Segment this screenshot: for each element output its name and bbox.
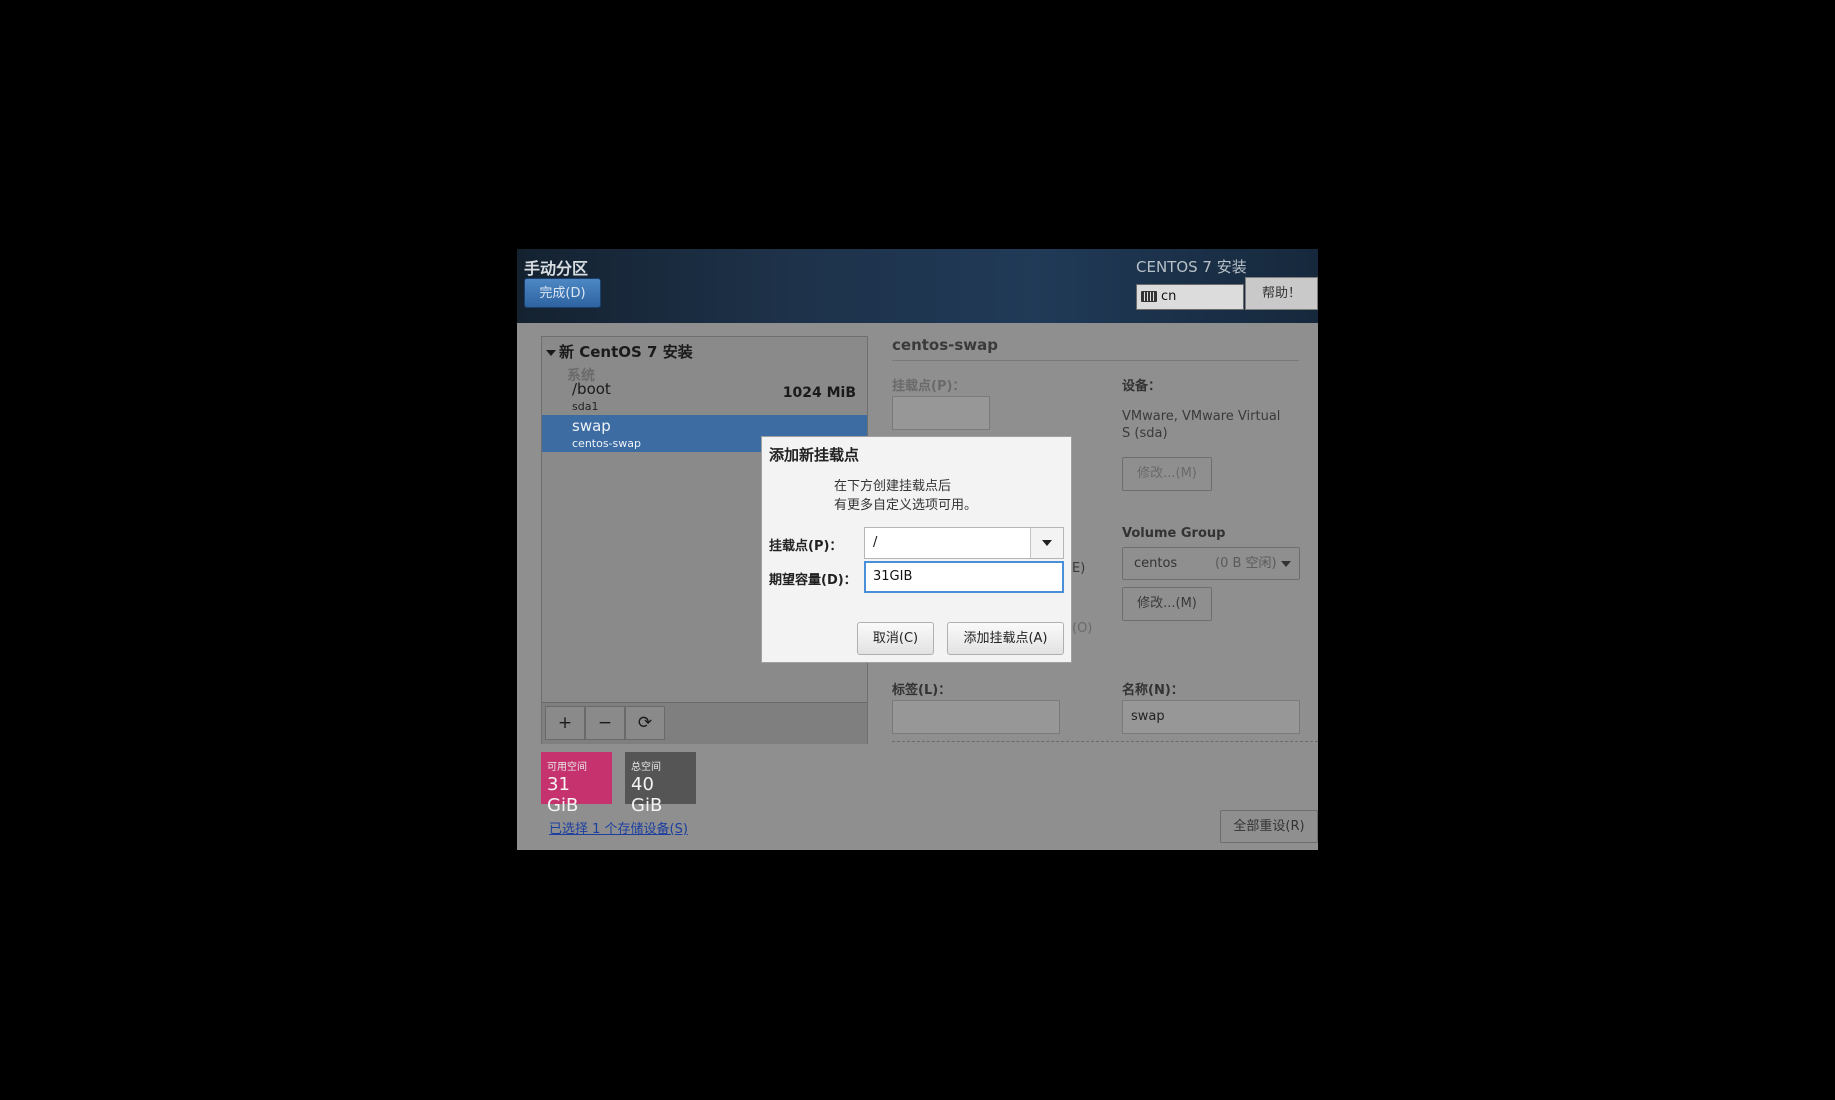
dialog-title: 添加新挂载点 xyxy=(769,446,860,464)
remove-partition-button[interactable]: − xyxy=(585,706,625,740)
volume-group-free: (0 B 空闲) xyxy=(1215,556,1277,571)
label-field-label: 标签(L)： xyxy=(892,683,952,698)
detail-title: centos-swap xyxy=(892,336,999,354)
partition-toolbar: + − ⟳ xyxy=(542,702,867,744)
add-mount-point-dialog: 添加新挂载点 在下方创建挂载点后 有更多自定义选项可用。 挂载点(P)： / 期… xyxy=(761,436,1072,663)
mount-point-field[interactable] xyxy=(892,396,990,430)
reset-all-button[interactable]: 全部重设(R) xyxy=(1220,810,1318,843)
device-label: 设备： xyxy=(1122,379,1162,394)
desired-capacity-label: 期望容量(D)： xyxy=(769,573,857,588)
label-field[interactable] xyxy=(892,700,1060,734)
done-button[interactable]: 完成(D) xyxy=(524,278,601,308)
expand-triangle-icon xyxy=(546,349,556,356)
detail-dashed-divider xyxy=(892,741,1318,742)
desired-capacity-input[interactable]: 31GIB xyxy=(864,561,1064,593)
modify-volume-group-button[interactable]: 修改...(M) xyxy=(1122,587,1212,621)
dialog-description: 在下方创建挂载点后 有更多自定义选项可用。 xyxy=(834,477,977,515)
detail-divider xyxy=(892,360,1299,361)
installation-tree-header[interactable]: 新 CentOS 7 安装 xyxy=(546,341,693,362)
selected-storage-link[interactable]: 已选择 1 个存储设备(S) xyxy=(549,818,688,837)
name-field[interactable]: swap xyxy=(1122,700,1300,734)
keyboard-layout-label: cn xyxy=(1161,289,1177,304)
available-space-value: 31 GiB xyxy=(547,774,579,816)
dialog-description-line2: 有更多自定义选项可用。 xyxy=(834,498,978,513)
partition-row-boot[interactable]: /boot sda1 1024 MiB xyxy=(542,378,867,415)
keyboard-icon xyxy=(1141,291,1157,302)
cancel-button[interactable]: 取消(C) xyxy=(857,622,934,655)
total-space-value: 40 GiB xyxy=(631,774,663,816)
modify-device-button[interactable]: 修改...(M) xyxy=(1122,457,1212,491)
name-field-label: 名称(N)： xyxy=(1122,683,1184,698)
available-space-label: 可用空间 xyxy=(547,762,587,773)
header-bar: 手动分区 完成(D) CENTOS 7 安装 cn 帮助！ xyxy=(517,249,1318,323)
product-title: CENTOS 7 安装 xyxy=(1136,258,1247,276)
refresh-icon[interactable]: ⟳ xyxy=(625,706,665,740)
partition-size: 1024 MiB xyxy=(782,385,856,401)
page-title: 手动分区 xyxy=(524,259,589,278)
total-space-label: 总空间 xyxy=(631,762,661,773)
volume-group-value: centos xyxy=(1134,556,1178,571)
installation-title: 新 CentOS 7 安装 xyxy=(559,343,693,361)
available-space-box: 可用空间 31 GiB xyxy=(541,752,612,816)
partition-device: sda1 xyxy=(572,400,599,413)
dialog-description-line1: 在下方创建挂载点后 xyxy=(834,479,952,494)
mount-point-value[interactable]: / xyxy=(873,528,877,558)
total-space-box: 总空间 40 GiB xyxy=(625,752,696,816)
volume-group-select[interactable]: centos (0 B 空闲) xyxy=(1122,547,1300,580)
mount-point-label: 挂载点(P)： xyxy=(769,539,843,554)
chevron-down-icon xyxy=(1281,561,1291,567)
mount-point-dropdown-button[interactable] xyxy=(1030,528,1063,558)
add-partition-button[interactable]: + xyxy=(545,706,585,740)
partial-option-text-2: (O) xyxy=(1072,621,1093,636)
partition-device: centos-swap xyxy=(572,437,641,450)
keyboard-layout-indicator[interactable]: cn xyxy=(1136,284,1244,310)
device-value: VMware, VMware Virtual S (sda) xyxy=(1122,409,1281,441)
partition-name: /boot xyxy=(572,380,611,398)
partition-name: swap xyxy=(572,417,611,435)
mount-point-label: 挂载点(P)： xyxy=(892,379,966,394)
volume-group-label: Volume Group xyxy=(1122,526,1226,541)
help-button[interactable]: 帮助！ xyxy=(1245,277,1318,310)
partial-option-text: E) xyxy=(1072,561,1086,576)
chevron-down-icon xyxy=(1042,540,1052,546)
mount-point-combo[interactable]: / xyxy=(864,527,1064,559)
add-mount-point-button[interactable]: 添加挂载点(A) xyxy=(947,622,1064,655)
